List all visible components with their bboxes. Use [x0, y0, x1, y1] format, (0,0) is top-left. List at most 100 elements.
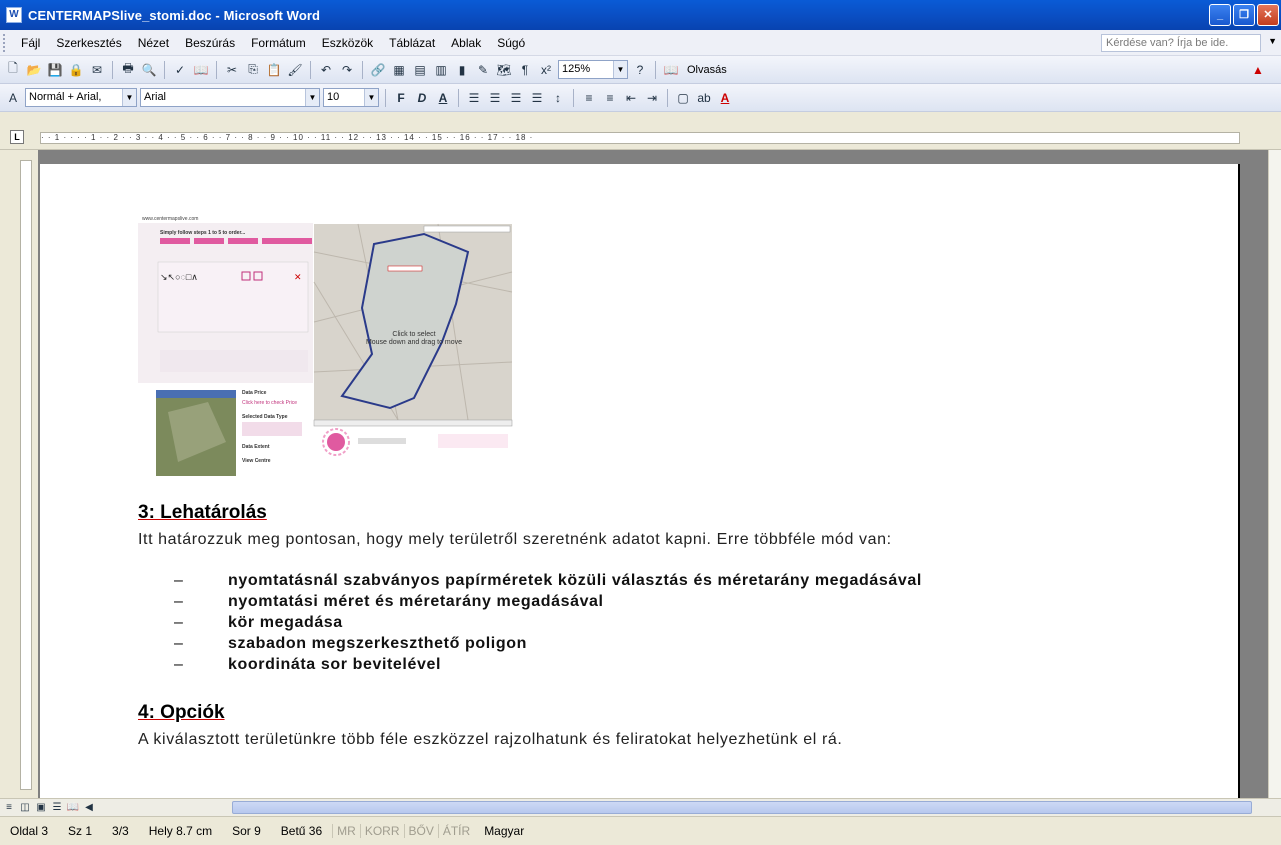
map-data-price-label: Data Price	[242, 390, 267, 396]
save-icon[interactable]: 💾	[46, 61, 64, 79]
tab-selector[interactable]: L	[10, 130, 24, 144]
list-item: koordináta sor bevitelével	[174, 654, 922, 675]
print-icon[interactable]: 🖶	[119, 61, 137, 79]
document-area: www.centermapslive.com Simply follow ste…	[38, 150, 1270, 798]
reading-layout-icon[interactable]: 📖	[662, 61, 680, 79]
document-page[interactable]: www.centermapslive.com Simply follow ste…	[40, 164, 1240, 798]
justify-icon[interactable]: ☰	[528, 89, 546, 107]
reading-view-icon[interactable]: 📖	[66, 801, 80, 815]
web-layout-icon[interactable]: ◫	[18, 801, 32, 815]
status-bar: Oldal 3 Sz 1 3/3 Hely 8.7 cm Sor 9 Betű …	[0, 816, 1281, 845]
scroll-thumb[interactable]	[232, 801, 1252, 814]
decrease-indent-icon[interactable]: ⇤	[622, 89, 640, 107]
menu-file[interactable]: Fájl	[13, 36, 48, 50]
status-line: Sor 9	[232, 824, 261, 838]
map-step-text: Simply follow steps 1 to 5 to order...	[160, 230, 246, 236]
styles-icon[interactable]: A	[4, 89, 22, 107]
reading-button[interactable]: Olvasás	[683, 64, 731, 76]
copy-icon[interactable]: ⎘	[244, 61, 262, 79]
style-select[interactable]: Normál + Arial, ▼	[25, 88, 137, 107]
status-section: Sz 1	[68, 824, 93, 838]
embedded-map-screenshot: www.centermapslive.com Simply follow ste…	[138, 212, 540, 476]
increase-indent-icon[interactable]: ⇥	[643, 89, 661, 107]
insert-excel-icon[interactable]: ▥	[432, 61, 450, 79]
status-record-macro[interactable]: MR	[332, 824, 360, 838]
align-right-icon[interactable]: ☰	[507, 89, 525, 107]
horizontal-scrollbar[interactable]: ≡ ◫ ▣ ☰ 📖 ◀	[0, 798, 1281, 816]
print-preview-icon[interactable]: 🔍	[140, 61, 158, 79]
insert-table-icon[interactable]: ▤	[411, 61, 429, 79]
map-overlay-text-1: Click to select	[392, 331, 435, 338]
align-left-icon[interactable]: ☰	[465, 89, 483, 107]
hyperlink-icon[interactable]: 🔗	[369, 61, 387, 79]
menu-insert[interactable]: Beszúrás	[177, 36, 243, 50]
list-item: nyomtatási méret és méretarány megadásáv…	[174, 591, 922, 612]
research-icon[interactable]: 📖	[192, 61, 210, 79]
redo-icon[interactable]: ↷	[338, 61, 356, 79]
ruler-scale[interactable]: · · 1 · · · · 1 · · 2 · · 3 · · 4 · · 5 …	[40, 132, 1240, 144]
minimize-button[interactable]: _	[1209, 4, 1231, 26]
list-item: szabadon megszerkeszthető poligon	[174, 633, 922, 654]
menu-help[interactable]: Súgó	[489, 36, 533, 50]
undo-icon[interactable]: ↶	[317, 61, 335, 79]
open-folder-icon[interactable]: 📂	[25, 61, 43, 79]
align-center-icon[interactable]: ☰	[486, 89, 504, 107]
menu-tools[interactable]: Eszközök	[314, 36, 381, 50]
menu-grip[interactable]	[3, 33, 9, 52]
paste-icon[interactable]: 📋	[265, 61, 283, 79]
status-language[interactable]: Magyar	[474, 824, 534, 838]
help-dropdown-icon[interactable]: ▼	[1268, 36, 1277, 46]
underline-icon[interactable]: A	[434, 89, 452, 107]
columns-icon[interactable]: ▮	[453, 61, 471, 79]
word-icon: W	[6, 7, 22, 23]
menu-view[interactable]: Nézet	[130, 36, 177, 50]
font-size-select[interactable]: 10 ▼	[323, 88, 379, 107]
menu-window[interactable]: Ablak	[443, 36, 489, 50]
help-search-input[interactable]: Kérdése van? Írja be ide.	[1101, 34, 1261, 52]
map-selected-type-label: Selected Data Type	[242, 414, 288, 420]
document-map-icon[interactable]: 🗺	[495, 61, 513, 79]
help-icon[interactable]: ?	[631, 61, 649, 79]
email-icon[interactable]: ✉	[88, 61, 106, 79]
drawing-icon[interactable]: ✎	[474, 61, 492, 79]
close-button[interactable]: ✕	[1257, 4, 1279, 26]
bullets-icon[interactable]: ≡	[601, 89, 619, 107]
print-layout-icon[interactable]: ▣	[34, 801, 48, 815]
numbering-icon[interactable]: ≡	[580, 89, 598, 107]
show-hide-icon[interactable]: ¶	[516, 61, 534, 79]
section-3-heading: 3: Lehatárolás	[138, 502, 267, 523]
italic-icon[interactable]: D	[413, 89, 431, 107]
zoom-select[interactable]: 125% ▼	[558, 60, 628, 79]
vertical-ruler-scale[interactable]	[20, 160, 32, 790]
font-select[interactable]: Arial ▼	[140, 88, 320, 107]
menu-table[interactable]: Táblázat	[381, 36, 443, 50]
vertical-scrollbar[interactable]	[1268, 150, 1281, 798]
scroll-left-icon[interactable]: ◀	[82, 801, 96, 815]
menu-edit[interactable]: Szerkesztés	[48, 36, 129, 50]
status-overtype[interactable]: ÁTÍR	[437, 824, 474, 838]
map-overlay-text-2: Mouse down and drag to move	[366, 339, 462, 346]
bold-icon[interactable]: F	[392, 89, 410, 107]
borders-icon[interactable]: ▢	[674, 89, 692, 107]
status-track-changes[interactable]: KORR	[359, 824, 404, 838]
normal-view-icon[interactable]: ≡	[2, 801, 16, 815]
bullet-list: nyomtatásnál szabványos papírméretek köz…	[174, 570, 922, 675]
list-item: nyomtatásnál szabványos papírméretek köz…	[174, 570, 922, 591]
superscript-icon[interactable]: x²	[537, 61, 555, 79]
map-data-extent-label: Data Extent	[242, 444, 270, 450]
highlight-icon[interactable]: ab	[695, 89, 713, 107]
status-column: Betű 36	[280, 824, 323, 838]
new-document-icon[interactable]: 🗋	[4, 61, 22, 79]
acrobat-icon[interactable]: ▲	[1249, 61, 1267, 79]
spelling-icon[interactable]: ✓	[171, 61, 189, 79]
permission-icon[interactable]: 🔒	[67, 61, 85, 79]
restore-button[interactable]: ❐	[1233, 4, 1255, 26]
outline-view-icon[interactable]: ☰	[50, 801, 64, 815]
menu-format[interactable]: Formátum	[243, 36, 314, 50]
font-color-icon[interactable]: A	[716, 89, 734, 107]
format-painter-icon[interactable]: 🖌	[286, 61, 304, 79]
line-spacing-icon[interactable]: ↕	[549, 89, 567, 107]
status-extend[interactable]: BŐV	[403, 824, 438, 838]
tables-borders-icon[interactable]: ▦	[390, 61, 408, 79]
cut-icon[interactable]: ✂	[223, 61, 241, 79]
